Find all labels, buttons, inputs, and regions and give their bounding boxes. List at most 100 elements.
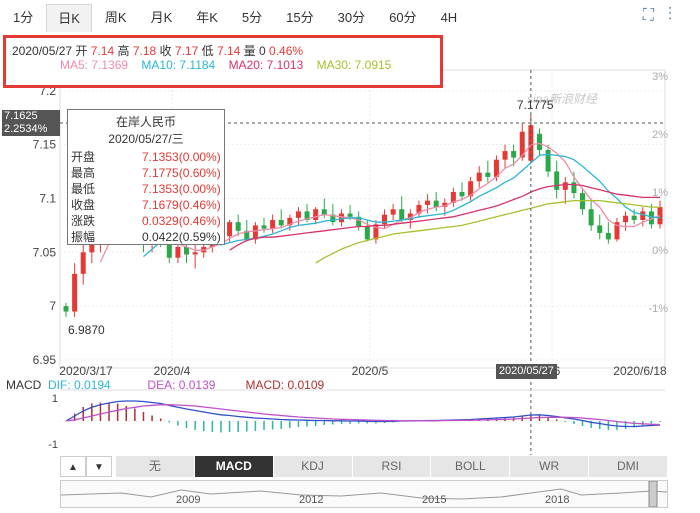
crosshair-pct: 2.2534% xyxy=(4,123,48,135)
candle-body xyxy=(390,209,396,215)
ma-legend: MA5: 7.1369 MA10: 7.1184 MA20: 7.1013 MA… xyxy=(60,58,391,72)
candle-body xyxy=(502,151,508,160)
y-tick-label: 7.05 xyxy=(33,245,57,259)
candle-body xyxy=(597,225,603,233)
scroll-down-button[interactable]: ▼ xyxy=(86,456,112,477)
candle-body xyxy=(227,222,233,237)
x-tick-label: 2020/6/18 xyxy=(613,364,667,378)
dif-legend: DIF: 0.0194 xyxy=(48,378,111,392)
tooltip-value: 7.1353(0.00%) xyxy=(142,182,221,196)
candle-body xyxy=(554,171,560,190)
y-tick-label: 6.95 xyxy=(33,353,57,367)
close-label: 收 xyxy=(159,44,172,58)
nav-year: 2009 xyxy=(176,494,201,506)
indicator-tab-5[interactable]: WR xyxy=(510,456,590,477)
tooltip-key: 最低 xyxy=(71,182,96,196)
candle-body xyxy=(485,172,491,177)
tooltip-row: 振幅 0.0422(0.59%) xyxy=(68,229,224,245)
candle-body xyxy=(72,273,78,312)
crosshair-date-tag: 2020/05/27 xyxy=(495,364,557,379)
close-value: 7.17 xyxy=(174,44,199,58)
candle-body xyxy=(382,214,388,225)
indicator-tab-1[interactable]: MACD xyxy=(194,456,274,477)
tooltip-key: 收盘 xyxy=(71,198,96,212)
max-price-label: 7.1775 xyxy=(517,98,554,112)
tooltip-row: 收盘 7.1679(0.46%) xyxy=(68,197,224,213)
candle-body xyxy=(175,246,181,258)
open-label: 开 xyxy=(75,44,88,58)
candle-body xyxy=(261,225,267,229)
tooltip-value: 0.0422(0.59%) xyxy=(142,230,221,244)
candle-body xyxy=(270,220,276,229)
candle-body xyxy=(347,213,353,217)
tooltip-row: 最低 7.1353(0.00%) xyxy=(68,181,224,197)
time-navigator[interactable]: 2009 2012 2015 2018 xyxy=(60,480,668,508)
candle-body xyxy=(295,211,301,218)
tooltip-title: 在岸人民币 xyxy=(115,115,176,129)
tooltip-row: 最高 7.1775(0.60%) xyxy=(68,165,224,181)
candle-body xyxy=(63,306,69,312)
navigator-handle xyxy=(648,481,658,507)
ma10-legend: MA10: 7.1184 xyxy=(141,58,216,72)
pct-tick-label: 2% xyxy=(652,129,668,141)
quote-info-box: 2020/05/27 开 7.14 高 7.18 收 7.17 低 7.14 量… xyxy=(3,35,443,88)
low-label: 低 xyxy=(201,44,214,58)
tooltip-row: 涨跌 0.0329(0.46%) xyxy=(68,213,224,229)
indicator-tab-4[interactable]: BOLL xyxy=(431,456,511,477)
indicator-tab-2[interactable]: KDJ xyxy=(274,456,353,477)
change-value: 0.46% xyxy=(269,44,304,58)
crosshair-price: 7.1625 xyxy=(4,110,38,122)
indicator-tab-6[interactable]: DMI xyxy=(589,456,668,477)
candle-body xyxy=(476,172,482,182)
pct-tick-label: -1% xyxy=(648,303,668,315)
tooltip-key: 振幅 xyxy=(71,230,96,244)
tooltip-key: 涨跌 xyxy=(71,214,96,228)
candle-body xyxy=(545,150,551,172)
tooltip-row: 开盘 7.1353(0.00%) xyxy=(68,149,224,165)
navigator-line xyxy=(61,481,667,507)
candle-body xyxy=(364,226,370,240)
nav-year: 2015 xyxy=(422,494,447,506)
high-value: 7.18 xyxy=(132,44,157,58)
candle-body xyxy=(235,222,241,231)
ohlc-tooltip: 在岸人民币 2020/05/27/三 开盘 7.1353(0.00%) 最高 7.17… xyxy=(67,109,225,245)
x-tick-label: 2020/3/17 xyxy=(59,364,113,378)
ma-line-ma20 xyxy=(229,183,660,251)
candle-body xyxy=(588,209,594,226)
macd-value-legend: MACD: 0.0109 xyxy=(245,378,325,392)
scroll-up-button[interactable]: ▲ xyxy=(60,456,86,477)
candle-body xyxy=(511,151,517,158)
ma5-legend: MA5: 7.1369 xyxy=(60,58,129,72)
y-tick-label: 7.15 xyxy=(33,138,57,152)
low-value: 7.14 xyxy=(216,44,241,58)
candle-body xyxy=(321,209,327,215)
tooltip-key: 开盘 xyxy=(71,150,96,164)
indicator-tabs: 无 MACD KDJ RSI BOLL WR DMI xyxy=(116,456,668,477)
macd-title: MACD xyxy=(6,378,42,392)
indicator-tab-0[interactable]: 无 xyxy=(116,456,195,477)
candle-body xyxy=(425,200,431,205)
pct-tick-label: 0% xyxy=(652,245,668,257)
vol-value: 0 xyxy=(259,44,266,58)
candle-body xyxy=(313,209,319,220)
y-tick-label: 7.1 xyxy=(39,191,56,205)
macd-y-tick: -1 xyxy=(48,439,58,451)
pct-tick-label: 3% xyxy=(652,71,668,83)
dea-legend: DEA: 0.0139 xyxy=(147,378,216,392)
nav-year: 2018 xyxy=(545,494,570,506)
candle-body xyxy=(338,213,344,223)
macd-y-tick: 1 xyxy=(52,393,58,405)
open-value: 7.14 xyxy=(90,44,115,58)
candle-body xyxy=(605,232,611,240)
high-label: 高 xyxy=(117,44,130,58)
tooltip-value: 7.1353(0.00%) xyxy=(142,150,221,164)
vol-label: 量 xyxy=(243,44,256,58)
candle-body xyxy=(562,182,568,190)
candle-body xyxy=(433,200,439,208)
tooltip-value: 7.1679(0.46%) xyxy=(142,198,221,212)
macd-legend: MACD DIF: 0.0194 DEA: 0.0139 MACD: 0.010… xyxy=(6,378,324,392)
candle-body xyxy=(192,252,198,255)
indicator-tab-3[interactable]: RSI xyxy=(353,456,432,477)
candle-body xyxy=(631,215,637,220)
quote-line: 2020/05/27 开 7.14 高 7.18 收 7.17 低 7.14 量… xyxy=(12,42,303,59)
